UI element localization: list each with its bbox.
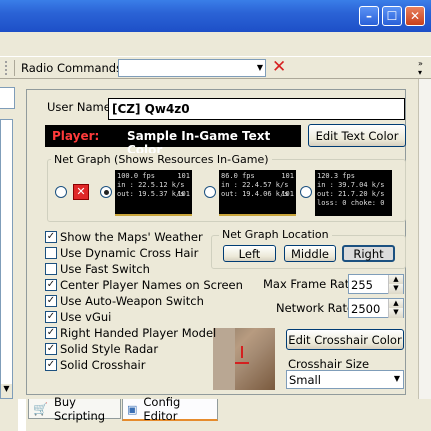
option-label: Use Fast Switch [60,262,150,276]
net-graph-location-title: Net Graph Location [219,228,332,241]
chevron-down-icon: ▼ [393,374,400,383]
cart-icon: 🛒 [33,401,48,416]
title-bar: – ☐ ✕ [0,0,431,32]
network-rate-stepper[interactable]: 2500 ▲ ▼ [348,298,404,318]
net-graph-preview-1: 100.0 fps in : 22.5.12 k/s out: 19.5.37 … [115,170,192,216]
net-graph-title: Net Graph (Shows Resources In-Game) [51,153,272,166]
location-left-button[interactable]: Left [223,245,276,262]
chevron-down-icon: ▼ [256,63,263,72]
option-checkbox[interactable]: ✓ [45,231,57,243]
option-checkbox[interactable]: ✓ [45,359,57,371]
crosshair-preview-image [213,328,275,390]
option-checkbox[interactable]: ✓ [45,327,57,339]
option-checkbox[interactable] [45,247,57,259]
left-panel-list[interactable]: ▼ [0,119,13,399]
vertical-scrollbar[interactable] [418,79,431,399]
net-graph-1-radio[interactable] [100,186,112,198]
left-panel-field[interactable] [0,87,15,109]
grip-handle-left[interactable] [5,61,8,75]
net-graph-preview-3: 120.3 fps in : 39.7.04 k/s out: 21.7.20 … [315,170,392,216]
net-graph-2-radio[interactable] [204,186,216,198]
option-label: Show the Maps' Weather [60,230,203,244]
net-graph-3-radio[interactable] [300,186,312,198]
minimize-button[interactable]: – [359,6,379,26]
option-checkbox[interactable] [45,263,57,275]
crosshair-icon [241,346,243,358]
user-name-label: User Name [47,100,111,114]
maximize-button[interactable]: ☐ [382,6,402,26]
net-graph-off-radio[interactable] [55,186,67,198]
sample-text-preview: Player: Sample In-Game Text Color [45,125,301,157]
tab-buy-scripting[interactable]: 🛒 Buy Scripting [28,395,121,423]
max-frame-rate-stepper[interactable]: 255 ▲ ▼ [348,274,404,294]
network-rate-label: Network Rate [276,301,355,315]
option-label: Use Dynamic Cross Hair [60,246,199,260]
close-button[interactable]: ✕ [405,6,425,26]
option-label: Use Auto-Weapon Switch [60,294,204,308]
tab-bar: 🛒 Buy Scripting ▣ Config Editor [26,395,431,431]
left-panel: ▼ [0,79,18,431]
minimize-icon: – [366,9,372,23]
option-label: Solid Crosshair [60,358,146,372]
maximize-icon: ☐ [386,9,398,23]
no-graph-icon: ✕ [73,184,89,200]
crosshair-size-select[interactable]: Small ▼ [286,370,404,389]
net-graph-preview-2: 86.0 fps in : 22.4.57 k/s out: 19.4.06 k… [219,170,296,216]
spin-down-icon[interactable]: ▼ [388,308,403,318]
tab-config-editor[interactable]: ▣ Config Editor [122,395,218,423]
menu-bar [0,32,431,56]
option-checkbox[interactable]: ✓ [45,311,57,323]
toolbar: Radio Commands ▼ ✕ » ▾ [0,56,431,79]
user-name-input[interactable]: [CZ] Qw4z0 [108,98,405,120]
radio-commands-dropdown[interactable]: ▼ [118,59,266,77]
player-label: Player: [52,129,100,143]
config-icon: ▣ [127,402,138,416]
location-middle-button[interactable]: Middle [284,245,336,262]
radio-commands-label: Radio Commands [21,61,123,75]
max-frame-rate-label: Max Frame Rate [263,277,357,291]
option-checkbox[interactable]: ✓ [45,279,57,291]
close-icon: ✕ [409,9,421,23]
toolbar-separator [14,60,15,76]
config-editor-panel: User Name [CZ] Qw4z0 Player: Sample In-G… [18,79,431,399]
option-label: Use vGui [60,310,112,324]
option-checkbox[interactable]: ✓ [45,343,57,355]
spin-down-icon[interactable]: ▼ [388,284,403,294]
edit-crosshair-color-button[interactable]: Edit Crosshair Color [286,329,404,350]
location-right-button[interactable]: Right [342,245,395,262]
delete-icon[interactable]: ✕ [272,57,286,77]
edit-text-color-button[interactable]: Edit Text Color [308,124,406,147]
option-label: Solid Style Radar [60,342,159,356]
toolbar-overflow-icon[interactable]: » ▾ [418,59,428,77]
option-checkbox[interactable]: ✓ [45,295,57,307]
option-label: Center Player Names on Screen [60,278,243,292]
option-label: Right Handed Player Model [60,326,217,340]
crosshair-size-label: Crosshair Size [288,357,370,371]
scroll-down-icon[interactable]: ▼ [1,384,12,398]
